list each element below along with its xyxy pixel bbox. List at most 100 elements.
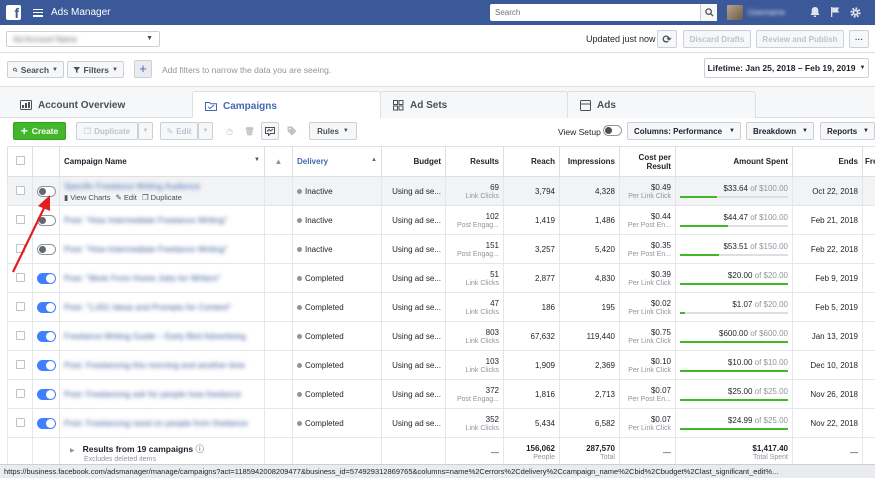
impressions-cell: 6,582 — [559, 408, 620, 438]
campaign-toggle[interactable] — [32, 379, 60, 409]
breakdown-dropdown[interactable]: Breakdown ▼ — [746, 122, 814, 140]
add-filter-button[interactable]: + — [134, 60, 152, 78]
row-checkbox[interactable] — [7, 292, 33, 322]
campaign-toggle[interactable] — [32, 292, 60, 322]
more-options-button[interactable]: ··· — [849, 30, 869, 48]
campaign-toggle[interactable] — [32, 408, 60, 438]
col-header-budget[interactable]: Budget — [381, 146, 446, 177]
col-header-frequency[interactable]: Fre — [862, 146, 875, 177]
table-row[interactable]: Post: Freelancing need on people from fr… — [7, 408, 875, 438]
campaign-name[interactable]: Post: Freelancing ask for people how fre… — [64, 389, 260, 399]
campaign-name[interactable]: Post: Freelancing this morning and anoth… — [64, 360, 260, 370]
chevron-down-icon: ▼ — [254, 157, 260, 163]
columns-dropdown[interactable]: Columns: Performance ▼ — [627, 122, 741, 140]
campaign-name-cell[interactable]: Post: Freelancing ask for people how fre… — [59, 379, 265, 409]
amount-budget: of $150.00 — [750, 242, 788, 251]
duplicate-button[interactable]: ❐ Duplicate — [76, 122, 138, 140]
table-row[interactable]: Post: "How Intermediate Freelance Writin… — [7, 234, 875, 264]
flag-icon[interactable] — [828, 5, 842, 19]
warning-icon[interactable]: ▲ — [264, 146, 293, 177]
row-checkbox[interactable] — [7, 321, 33, 351]
row-checkbox[interactable] — [7, 350, 33, 380]
select-all-checkbox[interactable] — [7, 146, 33, 177]
edit-link[interactable]: ✎ Edit — [116, 193, 137, 202]
col-header-amount-spent[interactable]: Amount Spent — [675, 146, 793, 177]
ab-test-icon[interactable]: ◷ — [221, 122, 238, 140]
tab-campaigns[interactable]: Campaigns — [192, 91, 381, 120]
tab-ad-sets[interactable]: Ad Sets — [380, 91, 568, 119]
reports-dropdown[interactable]: Reports ▼ — [820, 122, 875, 140]
col-header-ends[interactable]: Ends — [792, 146, 863, 177]
delivery-cell: Completed — [292, 263, 382, 293]
campaign-name-cell[interactable]: Post: Freelancing need on people from fr… — [59, 408, 265, 438]
tab-account-overview[interactable]: Account Overview — [8, 91, 192, 119]
col-header-reach[interactable]: Reach — [503, 146, 560, 177]
edit-button[interactable]: ✎ Edit — [160, 122, 198, 140]
campaign-name[interactable]: Post: "How Intermediate Freelance Writin… — [64, 215, 260, 225]
search-dropdown[interactable]: Search ▼ — [7, 61, 64, 78]
rules-dropdown[interactable]: Rules ▼ — [309, 122, 357, 140]
reach-cell: 1,419 — [503, 205, 560, 235]
col-header-cost-per-result[interactable]: Cost per Result — [619, 146, 676, 177]
row-checkbox[interactable] — [7, 379, 33, 409]
avatar[interactable] — [727, 5, 743, 20]
campaign-name[interactable]: Post: "1,001 Ideas and Prompts for Conte… — [64, 302, 260, 312]
bell-icon[interactable] — [808, 5, 822, 19]
trash-icon[interactable]: 🗑 — [241, 122, 258, 140]
hamburger-menu-icon[interactable] — [33, 8, 43, 17]
account-selector[interactable]: Ad Account Name ▼ — [6, 31, 160, 47]
campaign-name[interactable]: Post: Freelancing need on people from fr… — [64, 418, 260, 428]
search-dropdown-label: Search — [20, 64, 50, 75]
campaign-toggle[interactable] — [32, 321, 60, 351]
filters-dropdown[interactable]: Filters ▼ — [67, 61, 124, 78]
discard-drafts-button[interactable]: Discard Drafts — [683, 30, 751, 48]
edit-dropdown[interactable]: ▼ — [198, 122, 213, 140]
campaign-toggle[interactable] — [32, 350, 60, 380]
row-checkbox[interactable] — [7, 408, 33, 438]
info-icon[interactable]: ⓘ — [196, 444, 205, 454]
results-value: 47 — [490, 298, 499, 308]
search-icon[interactable] — [700, 4, 717, 21]
create-button[interactable]: + Create — [13, 122, 66, 140]
view-setup-toggle[interactable] — [603, 125, 622, 136]
col-header-campaign-name[interactable]: Campaign Name ▼ — [59, 146, 265, 177]
duplicate-dropdown[interactable]: ▼ — [138, 122, 153, 140]
tag-icon[interactable] — [283, 122, 300, 140]
campaign-name-cell[interactable]: Post: "1,001 Ideas and Prompts for Conte… — [59, 292, 265, 322]
campaign-name[interactable]: Post: "Work From Home Jobs for Writers" — [64, 273, 260, 283]
chart-icon[interactable] — [261, 122, 279, 140]
campaign-name-cell[interactable]: Freelance Writing Guide – Early Bird Adv… — [59, 321, 265, 351]
col-header-delivery[interactable]: Delivery ▲ — [292, 146, 382, 177]
table-row[interactable]: Post: "1,001 Ideas and Prompts for Conte… — [7, 292, 875, 322]
col-header-impressions[interactable]: Impressions — [559, 146, 620, 177]
tab-ads[interactable]: Ads — [567, 91, 756, 119]
table-row[interactable]: Post: "How Intermediate Freelance Writin… — [7, 205, 875, 235]
campaign-name[interactable]: Post: "How Intermediate Freelance Writin… — [64, 244, 260, 254]
expand-icon[interactable]: ▶ — [70, 448, 75, 454]
date-range-picker[interactable]: Lifetime: Jan 25, 2018 – Feb 19, 2019 ▼ — [704, 58, 869, 78]
gear-icon[interactable] — [848, 5, 862, 19]
table-row[interactable]: Post: "Work From Home Jobs for Writers" … — [7, 263, 875, 293]
cost-type: Per Link Click — [628, 366, 671, 374]
campaign-name-cell[interactable]: Specific Freelance Writing Audience ▮ Vi… — [59, 176, 265, 206]
campaign-name[interactable]: Freelance Writing Guide – Early Bird Adv… — [64, 331, 260, 341]
campaign-name[interactable]: Specific Freelance Writing Audience — [64, 181, 260, 191]
review-publish-button[interactable]: Review and Publish — [756, 30, 844, 48]
campaign-name-cell[interactable]: Post: "Work From Home Jobs for Writers" — [59, 263, 265, 293]
campaign-name-cell[interactable]: Post: "How Intermediate Freelance Writin… — [59, 205, 265, 235]
view-charts-link[interactable]: ▮ View Charts — [64, 193, 111, 202]
table-row[interactable]: Specific Freelance Writing Audience ▮ Vi… — [7, 176, 875, 206]
campaign-name-cell[interactable]: Post: "How Intermediate Freelance Writin… — [59, 234, 265, 264]
table-row[interactable]: Post: Freelancing ask for people how fre… — [7, 379, 875, 409]
duplicate-link[interactable]: ❐ Duplicate — [142, 193, 182, 202]
top-search-input[interactable] — [490, 8, 700, 17]
table-row[interactable]: Freelance Writing Guide – Early Bird Adv… — [7, 321, 875, 351]
table-row[interactable]: Post: Freelancing this morning and anoth… — [7, 350, 875, 380]
col-header-results[interactable]: Results — [445, 146, 504, 177]
campaign-name-cell[interactable]: Post: Freelancing this morning and anoth… — [59, 350, 265, 380]
totals-sub: Excludes deleted items — [84, 455, 156, 463]
facebook-logo-icon[interactable]: f — [6, 5, 21, 20]
refresh-button[interactable]: ⟳ — [657, 30, 677, 48]
chevron-down-icon: ▼ — [859, 65, 866, 71]
user-name[interactable]: Username — [748, 8, 785, 17]
